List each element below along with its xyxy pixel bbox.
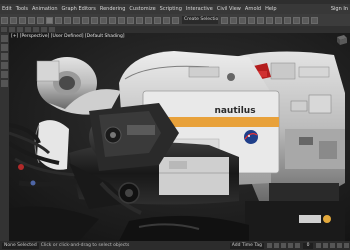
ribbon-tool-icon[interactable] <box>25 27 31 32</box>
utilities-icon[interactable] <box>1 80 8 87</box>
sign-in-button[interactable]: Sign In <box>331 6 350 12</box>
create-icon[interactable] <box>1 35 8 42</box>
render-frame-icon[interactable] <box>293 16 300 24</box>
add-time-tag-button[interactable]: Add Time Tag <box>229 242 264 249</box>
snap-icon[interactable] <box>136 16 143 24</box>
nautilus-label: nautilus <box>214 106 255 116</box>
ribbon-tool-icon[interactable] <box>17 27 23 32</box>
spaceship-render: nautilus <box>9 33 350 241</box>
spinner-snap-icon[interactable] <box>163 16 170 24</box>
schematic-view-icon[interactable] <box>266 16 273 24</box>
select-by-name-icon[interactable] <box>55 16 62 24</box>
menu-scripting[interactable]: Scripting <box>158 6 184 12</box>
edit-named-selection-icon[interactable] <box>172 16 179 24</box>
viewport-label[interactable]: [+] [Perspective] [User Defined] [Defaul… <box>11 34 125 39</box>
material-editor-icon[interactable] <box>275 16 282 24</box>
mirror-icon[interactable] <box>221 16 228 24</box>
arnold-render-icon[interactable] <box>311 16 318 24</box>
previous-frame-icon[interactable] <box>274 243 279 248</box>
selection-count: None Selected <box>2 242 39 249</box>
reference-coordinate-icon[interactable] <box>118 16 125 24</box>
menu-animation[interactable]: Animation <box>30 6 60 12</box>
redo-icon[interactable] <box>10 16 17 24</box>
render-setup-icon[interactable] <box>284 16 291 24</box>
scene-explorer-icon[interactable] <box>248 16 255 24</box>
viewcube-icon[interactable] <box>334 34 348 46</box>
render-icon[interactable] <box>302 16 309 24</box>
menu-rendering[interactable]: Rendering <box>98 6 128 12</box>
left-toolbar <box>0 33 9 241</box>
link-icon[interactable] <box>19 16 26 24</box>
main-toolbar: Create Selection Set <box>0 14 350 26</box>
menu-help[interactable]: Help <box>263 6 278 12</box>
undo-icon[interactable] <box>1 16 8 24</box>
scale-icon[interactable] <box>100 16 107 24</box>
angle-snap-icon[interactable] <box>145 16 152 24</box>
ribbon-tool-icon[interactable] <box>49 27 55 32</box>
go-to-start-icon[interactable] <box>267 243 272 248</box>
menu-customize[interactable]: Customize <box>127 6 157 12</box>
rotate-icon[interactable] <box>91 16 98 24</box>
go-to-end-icon[interactable] <box>295 243 300 248</box>
display-icon[interactable] <box>1 71 8 78</box>
pan-icon[interactable] <box>330 243 335 248</box>
percent-snap-icon[interactable] <box>154 16 161 24</box>
pivot-icon[interactable] <box>127 16 134 24</box>
unlink-icon[interactable] <box>28 16 35 24</box>
select-icon[interactable] <box>46 16 53 24</box>
ribbon-tool-icon[interactable] <box>41 27 47 32</box>
selection-set-dropdown[interactable]: Create Selection Set <box>182 16 218 24</box>
menu-bar: Edit Tools Animation Graph Editors Rende… <box>0 4 350 14</box>
next-frame-icon[interactable] <box>288 243 293 248</box>
orbit-icon[interactable] <box>337 243 342 248</box>
menu-tools[interactable]: Tools <box>14 6 30 12</box>
menu-civil-view[interactable]: Civil View <box>215 6 243 12</box>
ribbon-tool-icon[interactable] <box>1 27 7 32</box>
status-hint: Click or click-and-drag to select object… <box>40 243 130 248</box>
bind-icon[interactable] <box>37 16 44 24</box>
placement-icon[interactable] <box>109 16 116 24</box>
menu-edit[interactable]: Edit <box>0 6 14 12</box>
time-config-icon[interactable] <box>316 243 321 248</box>
perspective-viewport[interactable]: [+] [Perspective] [User Defined] [Defaul… <box>9 33 350 241</box>
ribbon <box>0 26 350 33</box>
current-frame-field[interactable]: 0 <box>303 242 313 249</box>
menu-interactive[interactable]: Interactive <box>184 6 215 12</box>
region-select-icon[interactable] <box>64 16 71 24</box>
ribbon-tool-icon[interactable] <box>9 27 15 32</box>
modify-icon[interactable] <box>1 44 8 51</box>
menu-arnold[interactable]: Arnold <box>243 6 263 12</box>
ribbon-tool-icon[interactable] <box>33 27 39 32</box>
move-icon[interactable] <box>82 16 89 24</box>
status-bar: None Selected Click or click-and-drag to… <box>0 241 350 250</box>
align-icon[interactable] <box>230 16 237 24</box>
menu-graph-editors[interactable]: Graph Editors <box>60 6 98 12</box>
layers-icon[interactable] <box>239 16 246 24</box>
curve-editor-icon[interactable] <box>257 16 264 24</box>
motion-icon[interactable] <box>1 62 8 69</box>
play-icon[interactable] <box>281 243 286 248</box>
hierarchy-icon[interactable] <box>1 53 8 60</box>
zoom-icon[interactable] <box>323 243 328 248</box>
maximize-viewport-icon[interactable] <box>344 243 349 248</box>
window-crossing-icon[interactable] <box>73 16 80 24</box>
